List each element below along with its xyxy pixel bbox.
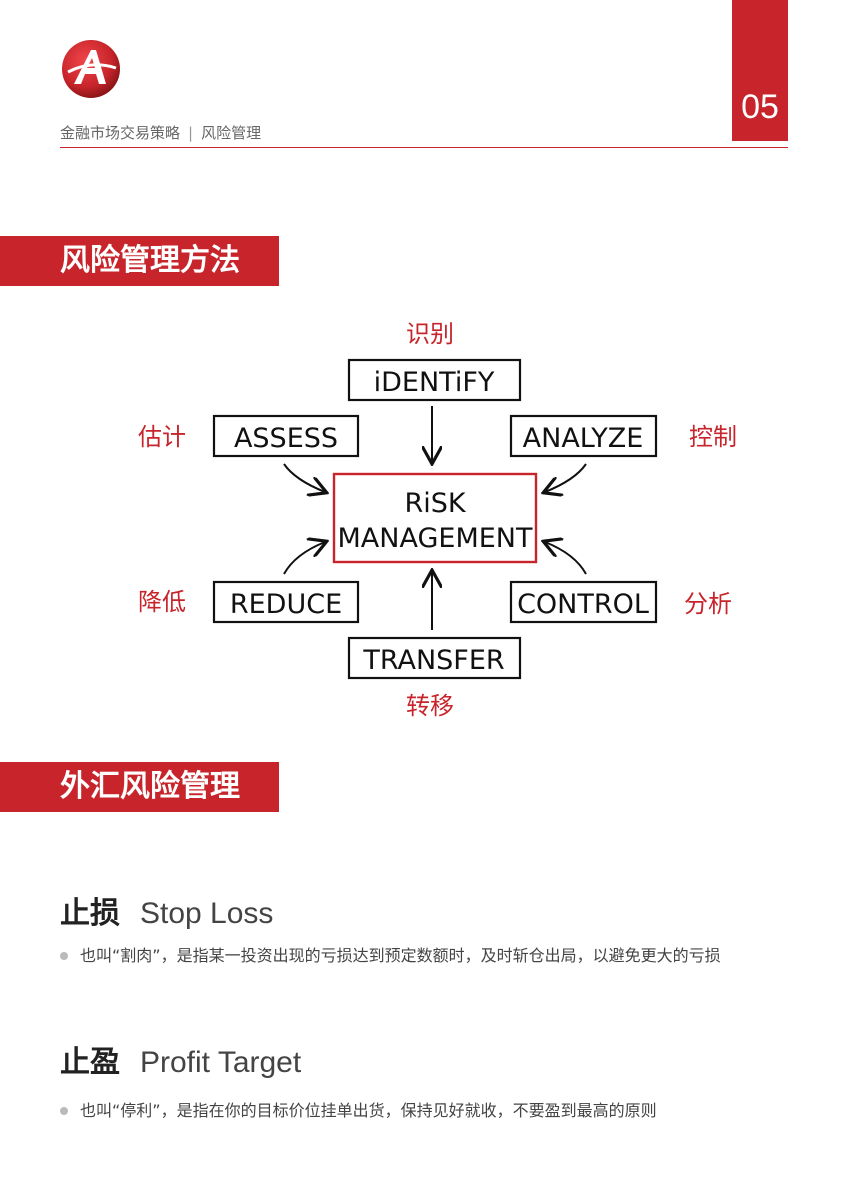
node-assess: ASSESS [212,414,360,458]
risk-management-diagram: 识别 估计 控制 降低 分析 转移 iDENTiFY ASSESS ANALYZ… [120,312,760,730]
header-divider [60,147,788,148]
section-title-risk-methods: 风险管理方法 [0,236,279,286]
label-analyze-zh: 控制 [689,423,737,451]
arrow-reduce [283,542,325,575]
node-transfer: TRANSFER [347,636,522,680]
section-title-fx-risk: 外汇风险管理 [0,762,279,812]
list-item: 也叫“割肉”，是指某一投资出现的亏损达到预定数额时，及时斩仓出局，以避免更大的亏… [60,944,788,968]
company-logo [60,38,122,100]
item-title-en: Stop Loss [140,897,274,930]
bullet-dot-icon [60,952,68,960]
node-assess-label: ASSESS [234,423,338,454]
node-analyze: ANALYZE [509,414,658,458]
label-reduce-zh: 降低 [138,588,186,616]
breadcrumb-separator: | [188,124,194,142]
node-analyze-label: ANALYZE [523,423,644,454]
node-risk-management: RiSK MANAGEMENT [332,472,538,564]
breadcrumb: 金融市场交易策略 | 风险管理 [60,122,261,143]
node-reduce-label: REDUCE [230,589,342,620]
bullet-dot-icon [60,1107,68,1115]
arrow-analyze [545,463,587,492]
node-reduce: REDUCE [212,580,360,624]
node-identify: iDENTiFY [347,358,522,402]
node-control: CONTROL [509,580,658,624]
label-transfer-zh: 转移 [406,692,454,720]
breadcrumb-section: 风险管理 [201,124,262,142]
breadcrumb-title: 金融市场交易策略 [60,124,181,142]
bullet-text: 也叫“停利”，是指在你的目标价位挂单出货，保持见好就收，不要盈到最高的原则 [80,1101,657,1120]
item-title-en: Profit Target [140,1046,302,1079]
label-control-zh: 分析 [684,590,732,618]
arrow-assess [283,463,325,492]
list-item: 也叫“停利”，是指在你的目标价位挂单出货，保持见好就收，不要盈到最高的原则 [60,1099,788,1123]
node-transfer-label: TRANSFER [362,645,504,676]
center-line-2: MANAGEMENT [338,523,533,554]
page-number: 05 [741,88,779,126]
center-line-1: RiSK [404,488,466,519]
item-title-zh: 止损 [60,896,120,931]
arrow-control [545,542,587,575]
label-identify-zh: 识别 [406,320,454,348]
item-title-stop-loss: 止损 Stop Loss [60,888,273,932]
node-identify-label: iDENTiFY [374,367,495,398]
node-control-label: CONTROL [517,589,649,620]
item-title-profit-target: 止盈 Profit Target [60,1037,301,1081]
bullet-text: 也叫“割肉”，是指某一投资出现的亏损达到预定数额时，及时斩仓出局，以避免更大的亏… [80,946,721,965]
item-title-zh: 止盈 [60,1045,120,1080]
page-number-tab: 05 [732,0,788,141]
label-assess-zh: 估计 [138,423,186,451]
